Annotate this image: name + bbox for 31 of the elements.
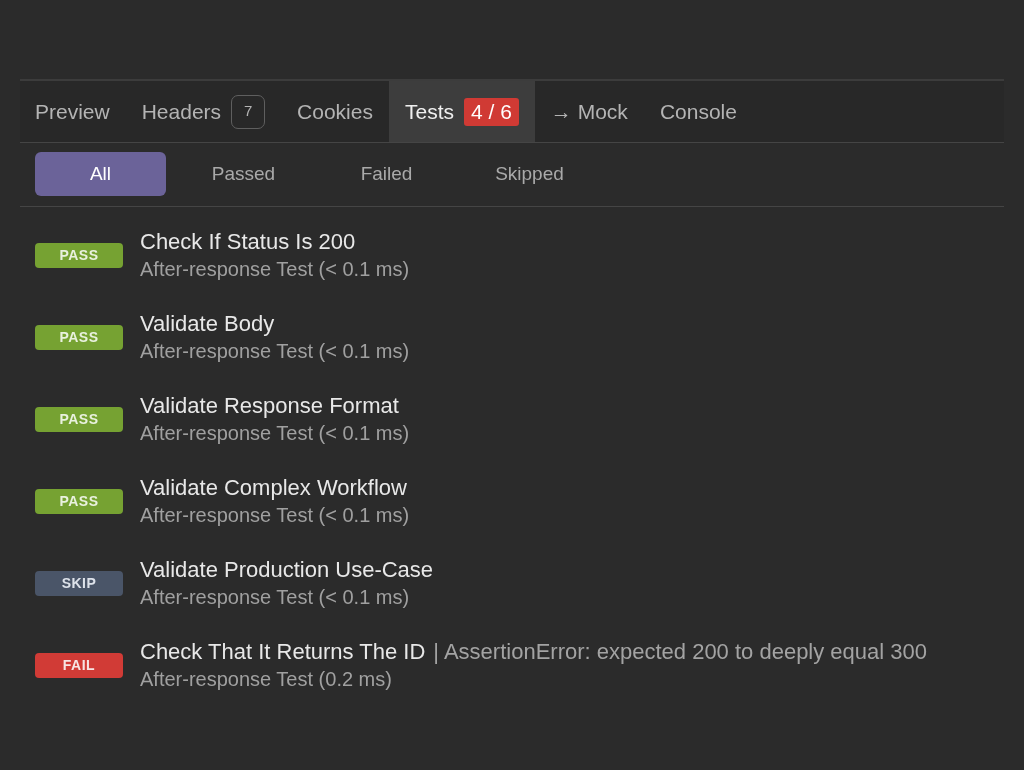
- test-title: Validate Body: [140, 310, 275, 338]
- test-title: Validate Complex Workflow: [140, 474, 407, 502]
- test-detail: After-response Test (< 0.1 ms): [140, 503, 410, 528]
- test-detail: After-response Test (< 0.1 ms): [140, 421, 410, 446]
- filter-button[interactable]: Passed: [178, 152, 309, 196]
- status-badge: SKIP: [35, 570, 123, 596]
- test-title: Check That It Returns The ID: [140, 638, 426, 666]
- test-detail: After-response Test (< 0.1 ms): [140, 585, 411, 610]
- status-badge: PASS: [35, 324, 123, 350]
- filter-button[interactable]: Failed: [321, 152, 452, 196]
- tab[interactable]: Headers 7: [125, 81, 282, 142]
- status-badge: FAIL: [35, 652, 123, 678]
- test-detail: After-response Test (< 0.1 ms): [140, 257, 410, 282]
- status-badge: PASS: [35, 488, 123, 514]
- tab[interactable]: Console: [643, 81, 753, 142]
- test-title: Validate Response Format: [140, 392, 399, 420]
- status-badge: PASS: [35, 242, 123, 268]
- tab[interactable]: Preview: [20, 81, 126, 142]
- tab[interactable]: → Mock: [534, 81, 644, 142]
- error-message: | AssertionError: expected 200 to deeply equal 300: [433, 638, 927, 666]
- tab[interactable]: Tests 4 / 6: [388, 81, 535, 142]
- test-detail: After-response Test (0.2 ms): [140, 667, 393, 692]
- filter-button[interactable]: Skipped: [464, 152, 595, 196]
- tab[interactable]: Cookies: [281, 81, 389, 142]
- test-title: Check If Status Is 200: [140, 228, 356, 256]
- count-badge: 7: [231, 94, 266, 129]
- status-badge: PASS: [35, 406, 123, 432]
- test-title: Validate Production Use-Case: [140, 556, 434, 584]
- test-detail: After-response Test (< 0.1 ms): [140, 339, 410, 364]
- result-badge: 4 / 6: [464, 97, 519, 126]
- filter-button[interactable]: All: [35, 152, 166, 196]
